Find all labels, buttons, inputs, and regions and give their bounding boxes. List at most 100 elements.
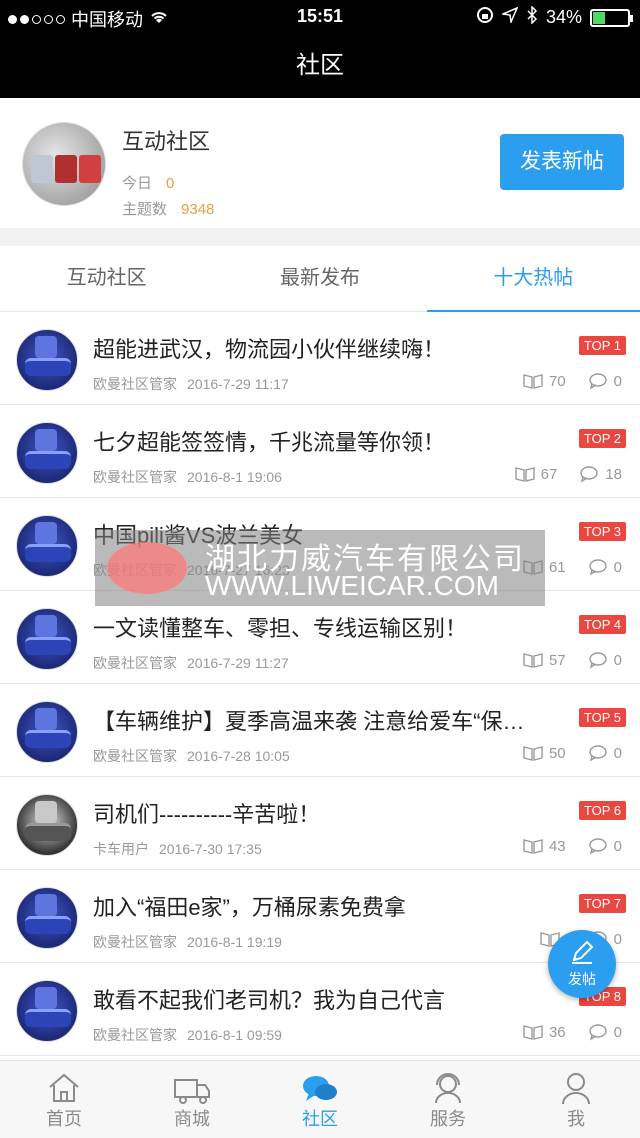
- post-meta: 卡车用户 2016-7-30 17:35: [93, 839, 262, 859]
- read-count: 57: [548, 651, 566, 669]
- post-meta: 欧曼社区管家 2016-8-1 19:19: [93, 932, 282, 952]
- book-icon: [523, 373, 543, 389]
- post-author: 欧曼社区管家: [93, 748, 177, 764]
- comment-icon: [579, 465, 599, 483]
- rank-badge: TOP 6: [578, 801, 626, 820]
- watermark-logo: [107, 542, 187, 594]
- post-row[interactable]: 加入“福田e家”，万桶尿素免费拿 欧曼社区管家 2016-8-1 19:19 TO…: [0, 870, 640, 963]
- comment-count: 0: [613, 837, 622, 855]
- comment-icon: [588, 744, 608, 762]
- post-author: 欧曼社区管家: [93, 934, 177, 950]
- comment-count: 0: [613, 372, 622, 390]
- comment-count: 0: [613, 1023, 622, 1041]
- home-icon: [0, 1061, 128, 1105]
- post-date: 2016-8-1 19:06: [187, 469, 282, 485]
- post-title: 一文读懂整车、零担、专线运输区别！: [93, 616, 468, 641]
- post-title: 超能进武汉，物流园小伙伴继续嗨！: [93, 337, 446, 362]
- service-icon: [384, 1061, 512, 1105]
- author-avatar: [16, 608, 78, 670]
- comment-icon: [588, 558, 608, 576]
- post-counts: 43 0: [523, 837, 622, 855]
- comment-icon: [588, 837, 608, 855]
- post-title: 敢看不起我们老司机？我为自己代言: [93, 988, 446, 1013]
- tabbar-mall-label: 商城: [174, 1109, 210, 1129]
- rank-badge: TOP 1: [578, 336, 626, 355]
- watermark-url: WWW.LIWEICAR.COM: [205, 570, 499, 601]
- tab-community[interactable]: 互动社区: [0, 246, 213, 311]
- comment-icon: [588, 1023, 608, 1041]
- book-icon: [523, 652, 543, 668]
- read-count: 36: [548, 1023, 566, 1041]
- today-label: 今日: [122, 175, 153, 192]
- lock-rotation-icon: [476, 6, 494, 29]
- tabbar-community[interactable]: 社区: [256, 1061, 384, 1138]
- nav-bar: 社区: [0, 34, 640, 98]
- author-avatar: [16, 422, 78, 484]
- topics-label: 主题数: [122, 201, 168, 218]
- tabbar-service[interactable]: 服务: [384, 1061, 512, 1138]
- post-date: 2016-7-29 11:17: [187, 376, 289, 392]
- status-bar: 中国移动 15:51 34%: [0, 0, 640, 34]
- tab-bar: 互动社区 最新发布 十大热帖: [0, 246, 640, 312]
- page-title: 社区: [296, 52, 344, 79]
- post-title: 司机们----------辛苦啦！: [93, 802, 321, 827]
- post-row[interactable]: 【车辆维护】夏季高温来袭 注意给爱车“保… 欧曼社区管家 2016-7-28 10…: [0, 684, 640, 777]
- post-meta: 欧曼社区管家 2016-7-29 11:17: [93, 374, 289, 394]
- post-row[interactable]: 司机们----------辛苦啦！ 卡车用户 2016-7-30 17:35 TO…: [0, 777, 640, 870]
- post-counts: 67 18: [514, 465, 622, 483]
- post-date: 2016-7-28 10:05: [187, 748, 290, 764]
- chat-icon: [256, 1061, 384, 1105]
- fab-label: 发帖: [568, 971, 596, 987]
- rank-badge: TOP 5: [578, 708, 626, 727]
- today-value: 0: [166, 175, 175, 192]
- rank-badge: TOP 4: [578, 615, 626, 634]
- author-avatar: [16, 980, 78, 1042]
- tabbar-me-label: 我: [567, 1109, 585, 1129]
- comment-icon: [588, 651, 608, 669]
- comment-count: 0: [613, 558, 622, 576]
- post-date: 2016-7-30 17:35: [159, 841, 262, 857]
- comment-count: 0: [613, 744, 622, 762]
- author-avatar: [16, 794, 78, 856]
- post-title: 加入“福田e家”，万桶尿素免费拿: [93, 895, 406, 920]
- comment-count: 18: [605, 465, 622, 483]
- tab-latest[interactable]: 最新发布: [213, 246, 426, 311]
- read-count: 67: [540, 465, 558, 483]
- battery-icon: [590, 8, 633, 27]
- book-icon: [523, 745, 543, 761]
- tabbar-community-label: 社区: [302, 1109, 338, 1129]
- watermark-banner: 湖北力威汽车有限公司 WWW.LIWEICAR.COM: [95, 530, 545, 606]
- rank-badge: TOP 2: [578, 429, 626, 448]
- user-icon: [512, 1061, 640, 1105]
- post-counts: 50 0: [523, 744, 622, 762]
- author-avatar: [16, 329, 78, 391]
- read-count: 43: [548, 837, 566, 855]
- post-row[interactable]: 七夕超能签签情，千兆流量等你领！ 欧曼社区管家 2016-8-1 19:06 TO…: [0, 405, 640, 498]
- post-author: 欧曼社区管家: [93, 376, 177, 392]
- book-icon: [523, 1024, 543, 1040]
- bluetooth-icon: [526, 5, 538, 29]
- post-meta: 欧曼社区管家 2016-8-1 19:06: [93, 467, 282, 487]
- post-date: 2016-7-29 11:27: [187, 655, 289, 671]
- fab-post-button[interactable]: 发帖: [548, 930, 616, 998]
- post-counts: 36 0: [523, 1023, 622, 1041]
- post-row[interactable]: 敢看不起我们老司机？我为自己代言 欧曼社区管家 2016-8-1 09:59 TO…: [0, 963, 640, 1056]
- topics-value: 9348: [181, 201, 215, 218]
- battery-percent: 34%: [545, 7, 582, 27]
- new-post-button[interactable]: 发表新帖: [500, 134, 624, 190]
- post-list: 超能进武汉，物流园小伙伴继续嗨！ 欧曼社区管家 2016-7-29 11:17 T…: [0, 312, 640, 1060]
- post-date: 2016-8-1 19:19: [187, 934, 282, 950]
- post-author: 欧曼社区管家: [93, 469, 177, 485]
- community-header: 互动社区 今日 0 主题数 9348 发表新帖: [0, 98, 640, 228]
- author-avatar: [16, 515, 78, 577]
- tabbar-mall[interactable]: 商城: [128, 1061, 256, 1138]
- book-icon: [523, 838, 543, 854]
- community-name: 互动社区: [122, 129, 211, 154]
- post-date: 2016-8-1 09:59: [187, 1027, 282, 1043]
- tabbar-me[interactable]: 我: [512, 1061, 640, 1138]
- tab-top-ten[interactable]: 十大热帖: [426, 246, 640, 312]
- post-counts: 57 0: [523, 651, 622, 669]
- post-author: 欧曼社区管家: [93, 1027, 177, 1043]
- tabbar-home[interactable]: 首页: [0, 1061, 128, 1138]
- post-row[interactable]: 超能进武汉，物流园小伙伴继续嗨！ 欧曼社区管家 2016-7-29 11:17 T…: [0, 312, 640, 405]
